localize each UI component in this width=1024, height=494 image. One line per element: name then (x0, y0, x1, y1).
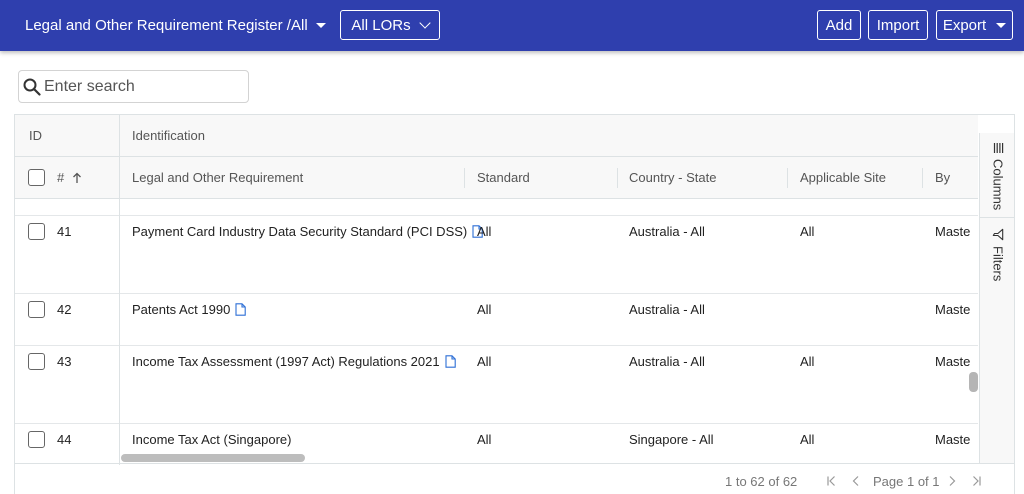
pinned-column-divider (119, 115, 120, 465)
row-country: Singapore - All (629, 431, 714, 447)
select-all-checkbox[interactable] (28, 169, 45, 186)
grid-body: 41 Payment Card Industry Data Security S… (15, 199, 978, 463)
column-header-by[interactable]: By (935, 157, 950, 198)
row-requirement[interactable]: Payment Card Industry Data Security Stan… (132, 224, 467, 239)
row-checkbox[interactable] (28, 222, 45, 240)
row-country: Australia - All (629, 301, 705, 317)
column-resize-handle[interactable] (787, 168, 788, 188)
last-page-icon[interactable] (970, 475, 982, 487)
select-all-cell (28, 157, 45, 198)
requirements-grid: ID Identification # Legal and Other Requ… (14, 114, 1015, 494)
row-requirement[interactable]: Income Tax Act (Singapore) (132, 424, 291, 454)
row-num: 41 (57, 223, 72, 239)
row-standard: All (477, 223, 492, 239)
columns-icon (993, 143, 1003, 153)
column-header-num-label: # (57, 170, 65, 185)
row-num: 44 (57, 431, 72, 447)
first-page-icon[interactable] (826, 475, 838, 487)
caret-down-icon (996, 22, 1007, 28)
row-standard: All (477, 431, 492, 447)
row-site: All (800, 353, 815, 369)
row-standard: All (477, 301, 492, 317)
row-by: Maste (935, 431, 971, 447)
top-bar: Legal and Other Requirement Register / A… (0, 0, 1024, 51)
page-title: Legal and Other Requirement Register / (25, 17, 291, 34)
side-tool-panel: Columns Filters (979, 133, 1014, 463)
table-row (15, 199, 978, 216)
import-button[interactable]: Import (868, 10, 928, 40)
previous-page-icon[interactable] (851, 475, 861, 487)
vertical-scrollbar-thumb[interactable] (969, 372, 978, 392)
search-box (18, 70, 249, 103)
register-filter-dropdown[interactable]: All (291, 17, 326, 34)
register-filter-value: All (291, 17, 308, 34)
row-checkbox[interactable] (28, 352, 45, 370)
columns-panel-label: Columns (990, 159, 1006, 211)
row-requirement[interactable]: Income Tax Assessment (1997 Act) Regulat… (132, 354, 440, 369)
filter-icon (992, 228, 1004, 241)
columns-panel-button[interactable]: Columns (980, 143, 1014, 211)
row-select-cell (28, 294, 45, 324)
row-num: 43 (57, 353, 72, 369)
row-checkbox[interactable] (28, 430, 45, 448)
side-panel-divider (980, 217, 1014, 218)
column-resize-handle[interactable] (617, 168, 618, 188)
column-header-row: # Legal and Other Requirement Standard C… (15, 157, 978, 199)
row-select-cell (28, 424, 45, 454)
group-header-identification: Identification (132, 128, 205, 143)
row-requirement-cell: Patents Act 1990 (132, 294, 247, 324)
row-select-cell (28, 346, 45, 376)
row-select-cell (28, 216, 45, 246)
group-header-id: ID (29, 128, 42, 143)
group-header-row: ID Identification (15, 115, 978, 157)
search-input[interactable] (44, 77, 234, 96)
pagination-summary: 1 to 62 of 62 (725, 474, 798, 489)
row-requirement[interactable]: Patents Act 1990 (132, 302, 230, 317)
page-indicator: Page 1 of 1 (873, 474, 940, 489)
export-button[interactable]: Export (936, 10, 1013, 40)
row-by: Maste (935, 353, 971, 369)
column-header-country[interactable]: Country - State (629, 157, 716, 198)
row-by: Maste (935, 301, 971, 317)
horizontal-scrollbar[interactable] (119, 451, 978, 463)
import-button-label: Import (876, 16, 920, 34)
row-by: Maste (935, 223, 971, 239)
add-button-label: Add (825, 16, 853, 34)
table-row[interactable]: 41 Payment Card Industry Data Security S… (15, 216, 978, 294)
column-header-standard[interactable]: Standard (477, 157, 530, 198)
next-page-icon[interactable] (947, 475, 957, 487)
filters-panel-label: Filters (990, 246, 1006, 282)
filters-panel-button[interactable]: Filters (980, 228, 1014, 282)
row-checkbox[interactable] (28, 300, 45, 318)
lor-select-value: All LORs (351, 16, 411, 34)
row-site: All (800, 223, 815, 239)
horizontal-scrollbar-thumb[interactable] (121, 454, 305, 462)
column-header-site[interactable]: Applicable Site (800, 157, 886, 198)
row-country: Australia - All (629, 223, 705, 239)
lor-select[interactable]: All LORs (340, 10, 440, 40)
row-site: All (800, 431, 815, 447)
column-header-num[interactable]: # (57, 157, 82, 198)
column-resize-handle[interactable] (464, 168, 465, 188)
column-header-requirement[interactable]: Legal and Other Requirement (132, 157, 303, 198)
caret-down-icon (315, 23, 326, 28)
search-icon (23, 78, 41, 96)
document-icon[interactable] (235, 302, 247, 316)
chevron-down-icon (418, 17, 431, 29)
add-button[interactable]: Add (817, 10, 861, 40)
document-icon[interactable] (445, 354, 456, 368)
export-button-label: Export (942, 16, 987, 34)
table-row[interactable]: 43 Income Tax Assessment (1997 Act) Regu… (15, 346, 978, 424)
row-requirement-cell: Payment Card Industry Data Security Stan… (132, 216, 483, 246)
row-num: 42 (57, 301, 72, 317)
table-row[interactable]: 42 Patents Act 1990 All Australia - All … (15, 294, 978, 346)
row-requirement-cell: Income Tax Assessment (1997 Act) Regulat… (132, 346, 456, 376)
row-standard: All (477, 353, 492, 369)
pagination-bar: 1 to 62 of 62 Page 1 of 1 (15, 463, 1014, 494)
sort-ascending-icon (73, 172, 82, 183)
row-country: Australia - All (629, 353, 705, 369)
column-resize-handle[interactable] (922, 168, 923, 188)
